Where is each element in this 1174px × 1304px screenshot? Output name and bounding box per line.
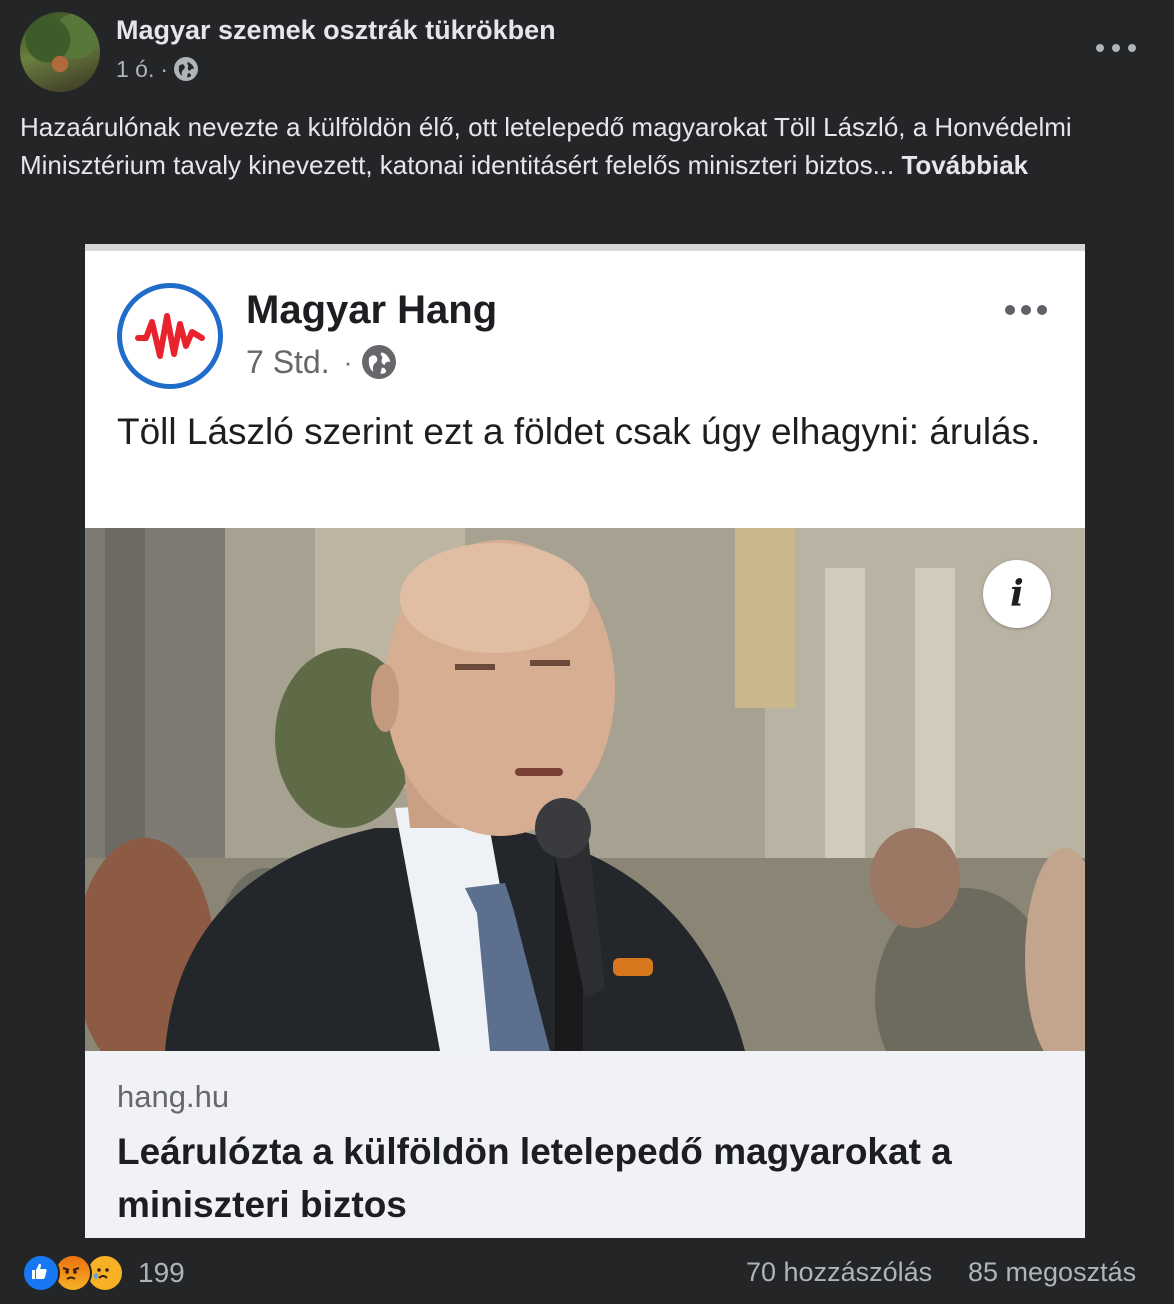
post-header: Magyar szemek osztrák tükrökben 1 ó. · H…: [0, 0, 1174, 244]
globe-icon: [362, 345, 397, 379]
shared-post-screenshot[interactable]: Magyar Hang 7 Std. · Töll László szerint…: [85, 244, 1085, 1238]
meta-separator: ·: [343, 346, 353, 377]
facebook-post: Magyar szemek osztrák tükrökben 1 ó. · H…: [0, 0, 1174, 1304]
page-avatar[interactable]: [20, 12, 100, 92]
shared-author: Magyar Hang: [246, 288, 498, 332]
page-name[interactable]: Magyar szemek osztrák tükrökben: [116, 15, 556, 46]
reactions-summary[interactable]: 199: [22, 1254, 185, 1292]
info-icon[interactable]: i: [983, 560, 1051, 628]
reaction-count[interactable]: 199: [138, 1257, 185, 1289]
shared-text: Töll László szerint ezt a földet csak úg…: [117, 411, 1041, 452]
link-domain: hang.hu: [117, 1079, 230, 1114]
ellipsis-dot: [1021, 305, 1031, 315]
shared-top-border: [85, 244, 1085, 251]
post-options-button[interactable]: [1096, 36, 1136, 60]
like-reaction-icon: [22, 1254, 60, 1292]
link-preview[interactable]: hang.hu Leárulózta a külföldön leteleped…: [85, 1051, 1085, 1238]
comments-count[interactable]: 70 hozzászólás: [746, 1257, 932, 1288]
ellipsis-dot: [1112, 44, 1120, 52]
post-time[interactable]: 1 ó.: [116, 56, 154, 83]
magyar-hang-logo: [117, 283, 223, 389]
link-title: Leárulózta a külföldön letelepedő magyar…: [117, 1131, 952, 1225]
ellipsis-dot: [1037, 305, 1047, 315]
article-photo: [85, 528, 1085, 1051]
globe-icon: [174, 57, 199, 81]
shared-options-icon: [1005, 303, 1047, 317]
shares-count[interactable]: 85 megosztás: [968, 1257, 1136, 1288]
see-more-link[interactable]: Továbbiak: [901, 150, 1028, 180]
meta-separator: ·: [160, 55, 169, 82]
ellipsis-dot: [1005, 305, 1015, 315]
ellipsis-dot: [1128, 44, 1136, 52]
ellipsis-dot: [1096, 44, 1104, 52]
post-meta: 1 ó. ·: [116, 54, 199, 84]
post-text: Hazaárulónak nevezte a külföldön élő, ot…: [20, 108, 1150, 184]
shared-meta: 7 Std. ·: [246, 342, 397, 382]
shared-time: 7 Std.: [246, 343, 330, 380]
post-footer: 199 70 hozzászólás 85 megosztás: [0, 1238, 1174, 1304]
